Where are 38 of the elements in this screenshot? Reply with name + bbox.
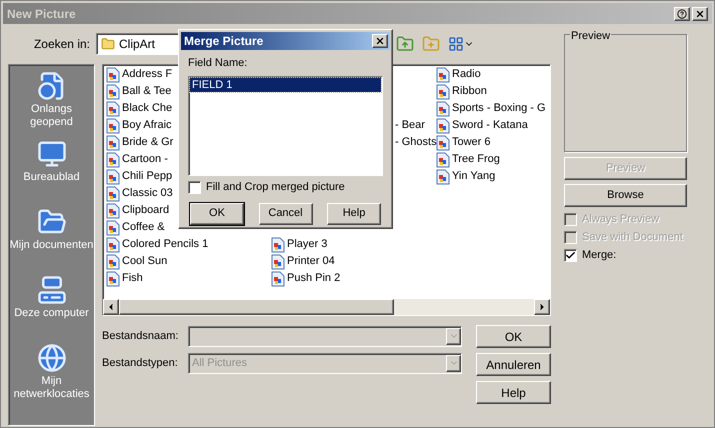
- file-name: Yin Yang: [452, 169, 496, 184]
- file-name: Radio: [452, 67, 481, 82]
- window-title: New Picture: [7, 6, 77, 22]
- field-label: Bestandstypen:: [102, 356, 179, 371]
- places-label: Bureaublad: [23, 171, 80, 184]
- field-name-label: Field Name:: [188, 56, 248, 71]
- file-name: Cool Sun: [122, 254, 168, 270]
- file-name: Ball & Tee: [122, 84, 172, 100]
- places-label: Deze computer: [14, 307, 89, 320]
- places-label: Mijn netwerklocaties: [12, 375, 90, 401]
- file-name: Clipboard: [122, 203, 170, 218]
- places-label: Onlangs geopend: [29, 103, 74, 129]
- look-in-value: ClipArt: [119, 36, 156, 53]
- file-name: Sports - Boxing - G: [452, 101, 546, 116]
- file-name: Black Che: [122, 101, 172, 116]
- file-name: Chili Pepp: [122, 169, 172, 184]
- file-name: Cartoon -: [122, 152, 168, 168]
- file-name: Classic 03: [122, 186, 173, 202]
- file-name: Boy Afraic: [122, 118, 172, 134]
- dialog-title: Merge Picture: [184, 33, 264, 50]
- file-name: Push Pin 2: [287, 271, 340, 286]
- file-name: Coffee &: [122, 220, 165, 236]
- file-name: Fish: [122, 271, 143, 286]
- file-name: Address F: [122, 67, 172, 82]
- field-label: Bestandsnaam:: [102, 328, 180, 344]
- combo-value: All Pictures: [192, 356, 248, 371]
- places-label: Mijn documenten: [10, 239, 94, 252]
- file-name: Printer 04: [287, 254, 335, 270]
- look-in-label: Zoeken in:: [32, 36, 91, 53]
- file-name: Player 3: [287, 237, 328, 252]
- file-name: Tree Frog: [452, 152, 500, 168]
- file-name: Sword - Katana: [452, 118, 528, 134]
- checkbox-label: Fill and Crop merged picture: [206, 180, 345, 196]
- file-name: Ribbon: [452, 84, 487, 100]
- file-name: Bride & Gr: [122, 135, 174, 150]
- file-name: Colored Pencils 1: [122, 237, 208, 252]
- checkbox-label: Merge:: [582, 248, 616, 263]
- file-name: Tower 6: [452, 135, 491, 150]
